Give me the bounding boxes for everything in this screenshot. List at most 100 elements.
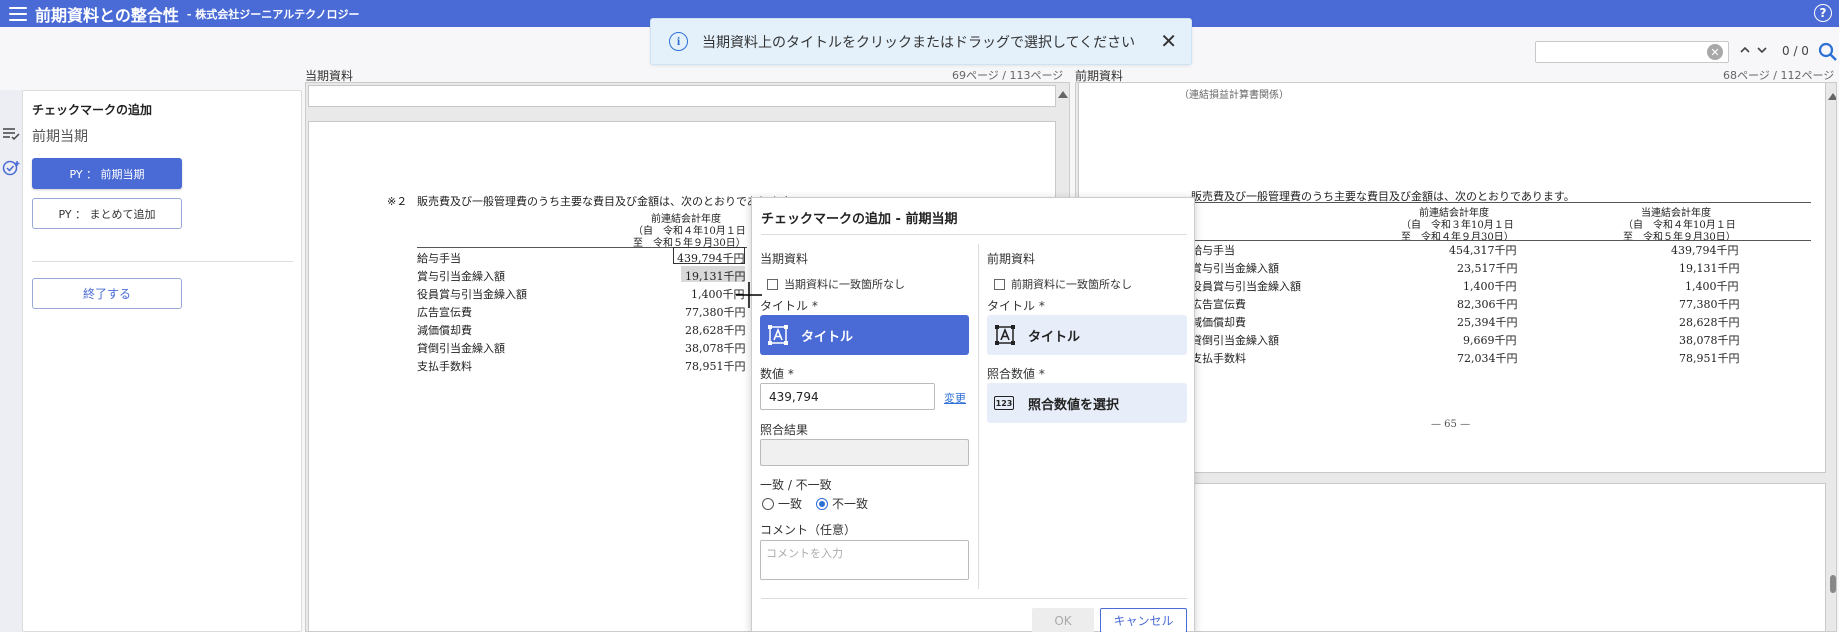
comment-input[interactable]: コメントを入力: [760, 540, 969, 580]
checkbox-label: 前期資料に一致箇所なし: [1011, 278, 1132, 291]
divider: [761, 598, 1187, 599]
current-page-indicator: 69ページ / 113ページ: [952, 69, 1064, 82]
py-bulk-add-button[interactable]: PY ： まとめて追加: [32, 198, 182, 229]
note-mark: ※２: [387, 195, 408, 208]
table-row-value[interactable]: 439,794千円: [677, 250, 745, 266]
search-icon[interactable]: [1818, 42, 1838, 62]
checkbox[interactable]: [994, 278, 1005, 290]
title-select-icon: [995, 325, 1015, 345]
table-row-label: 支払手数料: [1191, 352, 1246, 365]
table-row-current: 77,380千円: [1679, 298, 1740, 311]
table-rule: [1191, 202, 1811, 203]
checkbox-label: 当期資料に一致箇所なし: [784, 278, 905, 291]
ok-button[interactable]: OK: [1032, 608, 1094, 632]
title-button-label: タイトル: [801, 329, 854, 345]
title-field-label: タイトル *: [760, 299, 818, 313]
title-select-icon: [768, 325, 788, 345]
scrollbar-thumb[interactable]: [1830, 575, 1836, 593]
end-button[interactable]: 終了する: [32, 278, 182, 309]
mismatch-radio-label: 不一致: [832, 497, 869, 511]
table-row-label: 賞与引当金繰入額: [1191, 262, 1279, 275]
table-row-label[interactable]: 減価償却費: [417, 322, 472, 338]
table-row-label[interactable]: 貸倒引当金繰入額: [417, 340, 505, 356]
table-row-label: 貸倒引当金繰入額: [1191, 334, 1279, 347]
table-row-current: 19,131千円: [1679, 262, 1740, 275]
instruction-toast: i 当期資料上のタイトルをクリックまたはドラッグで選択してください ✕: [650, 18, 1192, 65]
scroll-up-arrow[interactable]: [1828, 93, 1836, 100]
left-rail: [0, 90, 22, 632]
match-radio-label: 一致: [778, 497, 803, 511]
table-row-label: 給与手当: [1191, 244, 1235, 257]
table-row-prior: 82,306千円: [1457, 298, 1518, 311]
panel-title: チェックマークの追加: [32, 103, 153, 117]
table-row-current: 38,078千円: [1679, 334, 1740, 347]
table-row-label: 減価償却費: [1191, 316, 1246, 329]
table-rule: [1191, 240, 1811, 241]
search-input[interactable]: [1535, 41, 1729, 63]
doc-heading[interactable]: 販売費及び一般管理費のうち主要な費目及び金額は、次のとおりであります。: [417, 193, 801, 209]
mismatch-radio[interactable]: [816, 497, 829, 510]
info-icon: i: [669, 32, 688, 51]
comment-label: コメント（任意）: [760, 523, 857, 537]
company-name: - 株式会社ジーニアルテクノロジー: [186, 7, 360, 21]
app-title: 前期資料との整合性: [35, 5, 179, 25]
checklist-icon[interactable]: [2, 125, 20, 143]
number-icon: 123: [994, 396, 1014, 410]
doc-fragment: （連結損益計算書関係）: [1179, 90, 1289, 101]
clear-icon[interactable]: ✕: [1707, 44, 1723, 60]
table-row-label[interactable]: 役員賞与引当金繰入額: [417, 286, 527, 302]
chevron-up-icon[interactable]: [1739, 44, 1751, 56]
cancel-button[interactable]: キャンセル: [1100, 608, 1187, 632]
column-divider: [978, 244, 979, 589]
menu-icon[interactable]: [9, 6, 27, 21]
current-section-label: 当期資料: [760, 252, 809, 266]
close-icon[interactable]: ✕: [1160, 31, 1177, 51]
no-match-current-checkbox[interactable]: 当期資料に一致箇所なし: [767, 276, 905, 292]
table-row-label[interactable]: 賞与引当金繰入額: [417, 268, 505, 284]
question-circle-icon[interactable]: ?: [1814, 4, 1832, 22]
table-row-label: 役員賞与引当金繰入額: [1191, 280, 1301, 293]
value-field-label: 数値 *: [760, 367, 794, 381]
table-row-prior: 25,394千円: [1457, 316, 1518, 329]
match-value-select-button[interactable]: 123 照合数値を選択: [987, 383, 1187, 423]
checkmark-panel: チェックマークの追加 前期当期 PY ： 前期当期 PY ： まとめて追加 終了…: [22, 90, 302, 632]
py-current-button[interactable]: PY ： 前期当期: [32, 158, 182, 189]
page-number: — 65 —: [1431, 419, 1471, 430]
table-row-current: 28,628千円: [1679, 316, 1740, 329]
chevron-down-icon[interactable]: [1756, 44, 1768, 56]
search-result-count: 0 / 0: [1782, 44, 1809, 58]
checkbox[interactable]: [767, 278, 778, 290]
value-input[interactable]: 439,794: [760, 383, 935, 410]
divider: [761, 234, 1187, 235]
table-row-value[interactable]: 28,628千円: [685, 322, 746, 338]
match-result-field: [760, 439, 969, 466]
table-row-value[interactable]: 38,078千円: [685, 340, 746, 356]
current-title-select-button[interactable]: タイトル: [760, 315, 969, 355]
divider: [32, 261, 293, 262]
prior-title-select-button[interactable]: タイトル: [987, 315, 1187, 355]
match-value-label: 照合数値 *: [987, 367, 1045, 381]
table-row-prior: 454,317千円: [1449, 244, 1517, 257]
table-row-value[interactable]: 78,951千円: [685, 358, 746, 374]
consistency-label: 一致 / 不一致: [760, 478, 832, 492]
table-row-label[interactable]: 支払手数料: [417, 358, 472, 374]
no-match-prior-checkbox[interactable]: 前期資料に一致箇所なし: [994, 276, 1132, 292]
title-button-label: タイトル: [1028, 329, 1081, 345]
scroll-up-arrow[interactable]: [1058, 91, 1068, 98]
table-row-label[interactable]: 広告宣伝費: [417, 304, 472, 320]
table-row-label[interactable]: 給与手当: [417, 250, 461, 266]
match-radio[interactable]: [762, 497, 774, 510]
panel-subtitle: 前期当期: [32, 129, 88, 145]
add-check-icon[interactable]: [2, 159, 20, 177]
consistency-radio-group: 一致 不一致: [762, 495, 868, 512]
table-row-label: 広告宣伝費: [1191, 298, 1246, 311]
change-link[interactable]: 変更: [944, 390, 966, 406]
prior-title-field-label: タイトル *: [987, 299, 1045, 313]
dialog-title: チェックマークの追加 - 前期当期: [761, 212, 958, 227]
previous-page: [308, 85, 1056, 107]
table-row-current: 78,951千円: [1679, 352, 1740, 365]
prior-page-indicator: 68ページ / 112ページ: [1723, 69, 1835, 82]
table-row-current: 1,400千円: [1685, 280, 1739, 293]
add-checkmark-dialog: チェックマークの追加 - 前期当期 当期資料 前期資料 当期資料に一致箇所なし …: [751, 197, 1195, 632]
table-row-prior: 1,400千円: [1463, 280, 1517, 293]
